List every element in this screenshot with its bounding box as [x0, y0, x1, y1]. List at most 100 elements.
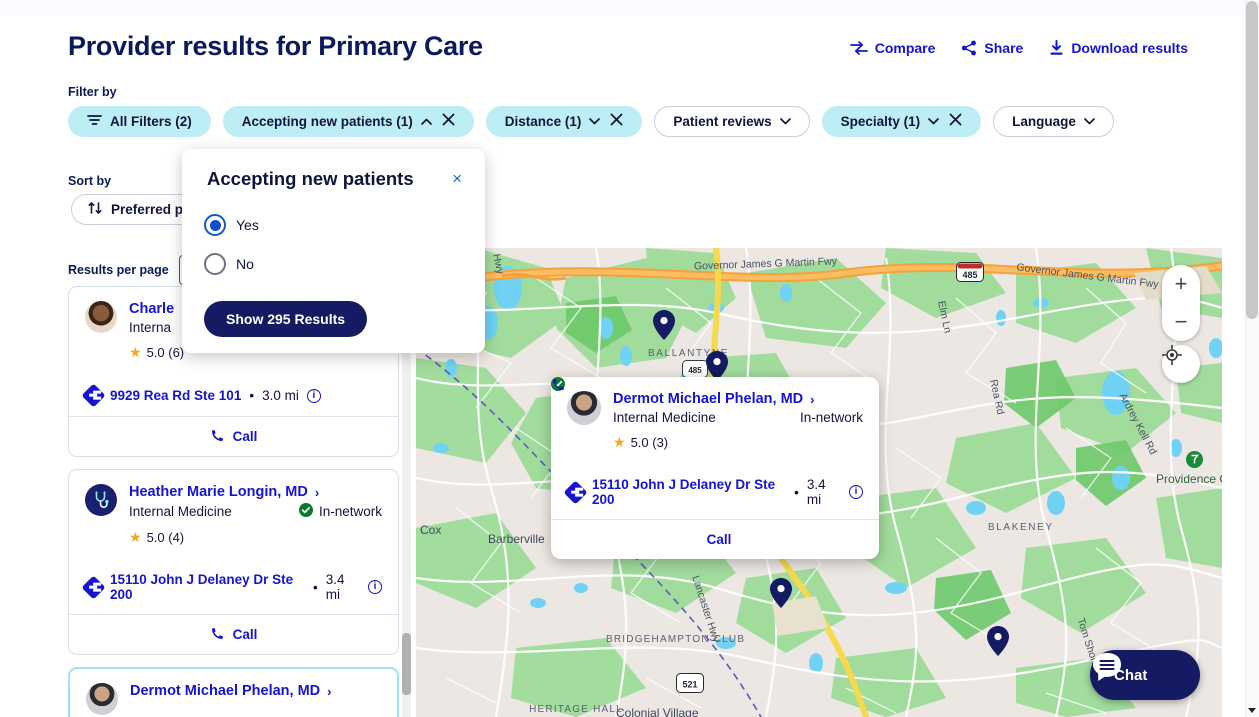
provider-address[interactable]: 9929 Rea Rd Ste 101	[110, 388, 241, 403]
info-icon[interactable]: i	[368, 580, 382, 594]
address-separator: •	[249, 388, 255, 403]
chip-specialty-close-icon[interactable]	[949, 113, 962, 130]
top-banner-strip	[0, 0, 1245, 16]
chip-language[interactable]: Language	[993, 106, 1114, 137]
page-scrollbar-track[interactable]	[1245, 0, 1259, 717]
radio-option-no[interactable]: No	[204, 253, 254, 275]
chip-distance-close-icon[interactable]	[610, 113, 623, 130]
chip-specialty-label: Specialty (1)	[840, 114, 921, 129]
stethoscope-icon	[85, 484, 117, 516]
in-network-badge: In-network	[551, 377, 863, 425]
map-pin[interactable]	[653, 310, 675, 340]
call-button[interactable]: Call	[551, 379, 879, 559]
address-separator: •	[313, 579, 318, 595]
call-label: Call	[706, 532, 732, 547]
chip-patient-reviews[interactable]: Patient reviews	[654, 106, 810, 137]
map-area-label-blakeney: BLAKENEY	[988, 522, 1054, 533]
provider-distance: 3.4 mi	[325, 572, 345, 602]
radio-no-icon[interactable]	[204, 253, 226, 275]
provider-card[interactable]: Heather Marie Longin, MD › Internal Medi…	[68, 469, 399, 655]
chip-accepting-new-patients[interactable]: Accepting new patients (1)	[222, 106, 474, 137]
map-popup-meta-row: Internal Medicine In-network	[551, 377, 863, 425]
filter-icon	[87, 114, 102, 129]
chip-specialty[interactable]: Specialty (1)	[821, 106, 982, 137]
map-pin[interactable]	[987, 626, 1009, 656]
star-icon: ★	[129, 529, 142, 545]
map-popup-body: Dermot Michael Phelan, MD › Internal Med…	[551, 377, 879, 519]
provider-name-link[interactable]: Heather Marie Longin, MD ›	[129, 484, 382, 500]
provider-rating-value: 5.0 (4)	[146, 530, 185, 545]
chip-accepting-new-patients-close-icon[interactable]	[442, 113, 455, 130]
compare-label: Compare	[874, 40, 936, 56]
provider-name: Charle	[129, 301, 175, 317]
star-icon: ★	[613, 434, 626, 450]
filter-chip-row: All Filters (2) Accepting new patients (…	[68, 106, 1114, 137]
map-place-label-providence-country-club: Providence Country Club	[1156, 472, 1222, 486]
phone-icon	[210, 626, 225, 644]
page-title: Provider results for Primary Care	[68, 31, 483, 61]
avatar	[86, 683, 118, 715]
chevron-up-icon[interactable]	[420, 116, 432, 128]
share-button[interactable]: Share	[961, 40, 1023, 56]
provider-rating-value: 5.0 (3)	[630, 435, 669, 450]
avatar	[85, 484, 117, 516]
in-network-badge: In-network	[298, 503, 382, 520]
panel-close-button[interactable]: ×	[452, 170, 462, 187]
page-scrollbar-thumb[interactable]	[1246, 1, 1258, 319]
map-zoom-controls[interactable]: + −	[1162, 265, 1200, 341]
map-popup-header: Dermot Michael Phelan, MD › Internal Med…	[551, 377, 863, 451]
chip-all-filters-label: All Filters (2)	[110, 114, 192, 129]
radio-yes-icon[interactable]	[204, 214, 226, 236]
provider-rating: ★ 5.0 (4)	[129, 529, 382, 546]
info-icon[interactable]: i	[306, 388, 321, 403]
chevron-down-icon[interactable]	[779, 116, 791, 128]
provider-address-row: 15110 John J Delaney Dr Ste 200 • 3.4 mi…	[81, 572, 382, 602]
map-place-label-colonial-village: Colonial Village	[616, 706, 699, 717]
scroll-down-arrow-icon[interactable]	[1248, 708, 1256, 713]
avatar	[85, 301, 117, 333]
chevron-down-icon[interactable]	[589, 116, 601, 128]
provider-address[interactable]: 15110 John J Delaney Dr Ste 200	[110, 572, 305, 602]
provider-specialty: Interna	[129, 320, 172, 335]
star-icon: ★	[129, 344, 142, 360]
map-popup-name-link[interactable]: Dermot Michael Phelan, MD ›	[613, 391, 863, 407]
radio-option-yes[interactable]: Yes	[204, 214, 259, 236]
check-circle-icon	[298, 503, 313, 520]
list-scrollbar-thumb[interactable]	[402, 633, 411, 695]
provider-card-header: Dermot Michael Phelan, MD ›	[86, 683, 381, 715]
info-icon[interactable]: i	[849, 485, 863, 499]
svg-text:521: 521	[682, 680, 697, 690]
call-label: Call	[232, 627, 258, 642]
chat-button[interactable]: Chat	[1090, 650, 1200, 700]
chevron-down-icon[interactable]	[928, 116, 940, 128]
directions-icon[interactable]	[81, 383, 106, 408]
map-area-label-heritage-hall: HERITAGE HALL	[529, 704, 623, 715]
chip-distance[interactable]: Distance (1)	[485, 106, 643, 137]
map-provider-popup[interactable]: Dermot Michael Phelan, MD › Internal Med…	[551, 377, 879, 559]
locate-me-button[interactable]	[1162, 345, 1200, 383]
chevron-right-icon: ›	[314, 484, 320, 500]
call-button[interactable]: Call	[69, 614, 398, 654]
download-results-button[interactable]: Download results	[1049, 40, 1188, 56]
chip-all-filters[interactable]: All Filters (2)	[68, 106, 211, 137]
provider-distance: 3.4 mi	[806, 477, 826, 507]
map-pin[interactable]	[770, 578, 792, 608]
provider-address-row: 9929 Rea Rd Ste 101 • 3.0 mi i	[81, 383, 382, 408]
provider-name-link[interactable]: Dermot Michael Phelan, MD ›	[130, 683, 381, 699]
chevron-down-icon[interactable]	[1084, 116, 1095, 128]
compare-button[interactable]: Compare	[849, 40, 936, 56]
show-results-button[interactable]: Show 295 Results	[204, 301, 368, 337]
zoom-in-button[interactable]: +	[1175, 273, 1188, 295]
sort-icon	[88, 201, 102, 218]
compare-icon	[849, 41, 868, 55]
in-network-label: In-network	[799, 410, 863, 425]
directions-icon[interactable]	[563, 479, 588, 505]
provider-card[interactable]: Dermot Michael Phelan, MD ›	[68, 667, 399, 717]
map-place-label-barberville: Barberville	[488, 532, 545, 546]
map-canvas[interactable]: BALLANTYNE BLAKENEY BRIDGEHAMPTON CLUB H…	[416, 248, 1222, 717]
provider-address[interactable]: 15110 John J Delaney Dr Ste 200	[592, 477, 786, 507]
call-button[interactable]: Call	[69, 416, 398, 456]
chevron-right-icon: ›	[810, 391, 815, 407]
zoom-out-button[interactable]: −	[1175, 311, 1188, 333]
directions-icon[interactable]	[81, 574, 106, 600]
